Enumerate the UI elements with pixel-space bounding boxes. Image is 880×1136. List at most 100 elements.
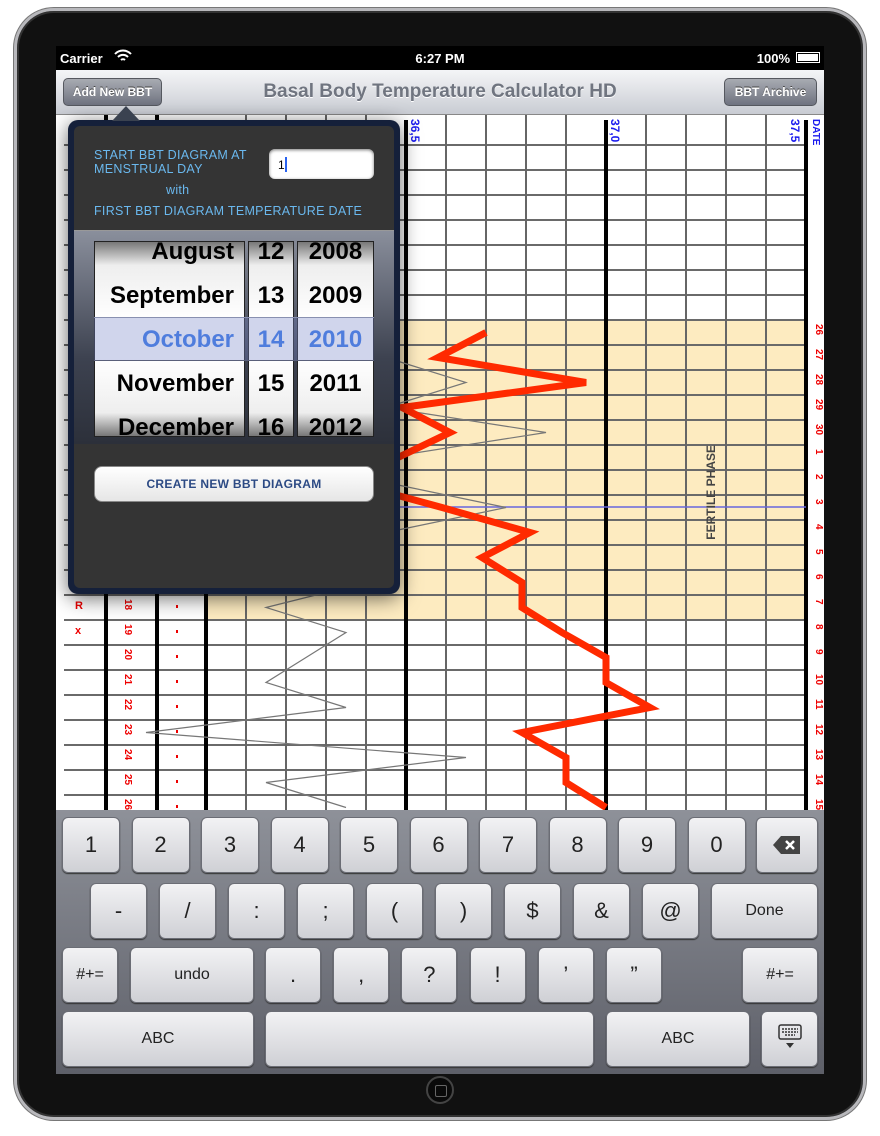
row-mark[interactable]: x <box>75 625 81 637</box>
picker-option[interactable]: 15 <box>249 370 293 398</box>
picker-option[interactable]: 2009 <box>298 282 373 310</box>
picker-option[interactable]: 2012 <box>298 414 373 436</box>
create-new-bbt-diagram-button[interactable]: CREATE NEW BBT DIAGRAM <box>94 466 374 502</box>
key-symbol[interactable]: & <box>573 883 630 939</box>
symbols-key-right[interactable]: #+= <box>742 947 818 1003</box>
undo-key[interactable]: undo <box>130 947 254 1003</box>
menstrual-day-input[interactable]: 1 <box>269 149 374 179</box>
picker-option[interactable]: 16 <box>249 414 293 436</box>
battery-icon <box>796 52 820 63</box>
bbt-archive-button[interactable]: BBT Archive <box>724 78 817 106</box>
start-day-label: START BBT DIAGRAM AT MENSTRUAL DAY <box>94 148 247 176</box>
key-punctuation[interactable]: ’ <box>537 947 594 1003</box>
key-symbol[interactable]: ( <box>366 883 423 939</box>
done-key[interactable]: Done <box>711 883 818 939</box>
row-date: 9 <box>813 649 824 655</box>
row-date: 4 <box>813 524 824 530</box>
key-punctuation[interactable]: , <box>333 947 390 1003</box>
picker-option[interactable]: August <box>95 242 244 266</box>
screen: Carrier 6:27 PM 100% Add New BBT Basal B… <box>56 46 824 1074</box>
row-date <box>810 249 824 269</box>
key-punctuation[interactable]: . <box>265 947 321 1003</box>
status-bar: Carrier 6:27 PM 100% <box>56 46 824 70</box>
temperature-axis-label: 37,0 <box>608 119 622 143</box>
key-symbol[interactable]: $ <box>504 883 561 939</box>
key-0[interactable]: 0 <box>687 817 746 873</box>
row-dot <box>176 705 178 708</box>
keyboard-dismiss-icon <box>777 1024 802 1048</box>
menstrual-day-value: 1 <box>278 158 285 172</box>
temperature-axis-label: 37,5 <box>788 119 802 143</box>
key-9[interactable]: 9 <box>618 817 676 873</box>
key-symbol[interactable]: ; <box>297 883 354 939</box>
key-punctuation[interactable]: ! <box>469 947 526 1003</box>
key-3[interactable]: 3 <box>201 817 259 873</box>
picker-option[interactable]: September <box>95 282 244 310</box>
cycle-day: 19 <box>122 624 133 636</box>
popover-arrow <box>112 106 140 121</box>
space-key[interactable] <box>265 1011 594 1067</box>
row-date: 5 <box>813 549 824 555</box>
key-2[interactable]: 2 <box>131 817 190 873</box>
row-dot <box>176 780 178 783</box>
picker-option[interactable]: 12 <box>249 242 293 266</box>
hide-keyboard-key[interactable] <box>761 1011 818 1067</box>
row-date: 7 <box>813 599 824 605</box>
date-picker[interactable]: August September October November December 1… <box>74 230 394 444</box>
picker-option[interactable]: 13 <box>249 282 293 310</box>
key-symbol[interactable]: / <box>159 883 216 939</box>
key-symbol[interactable]: ) <box>435 883 492 939</box>
picker-option[interactable]: 2008 <box>298 242 373 266</box>
key-symbol[interactable]: - <box>90 883 147 939</box>
row-date <box>810 199 824 219</box>
row-date <box>810 149 824 169</box>
row-date: 30 <box>813 424 824 436</box>
clock: 6:27 PM <box>415 51 465 66</box>
new-bbt-popover: START BBT DIAGRAM AT MENSTRUAL DAY 1 wit… <box>68 106 400 594</box>
row-date: 12 <box>813 724 824 736</box>
row-date: 27 <box>813 349 824 361</box>
row-date: 26 <box>813 324 824 336</box>
key-symbol[interactable]: : <box>228 883 285 939</box>
row-date: 28 <box>813 374 824 386</box>
cycle-day: 18 <box>122 599 133 611</box>
row-dot <box>176 605 178 608</box>
cycle-day: 21 <box>122 674 133 686</box>
symbols-key[interactable]: #+= <box>62 947 118 1003</box>
row-dot <box>176 730 178 733</box>
key-5[interactable]: 5 <box>340 817 398 873</box>
key-7[interactable]: 7 <box>479 817 537 873</box>
key-1[interactable]: 1 <box>62 817 120 873</box>
key-6[interactable]: 6 <box>409 817 468 873</box>
row-mark[interactable]: R <box>75 600 83 612</box>
backspace-key[interactable] <box>756 817 818 873</box>
row-date: 15 <box>813 799 824 810</box>
row-date: 13 <box>813 749 824 761</box>
first-date-label: FIRST BBT DIAGRAM TEMPERATURE DATE <box>94 204 363 218</box>
picker-option[interactable]: 2011 <box>298 370 373 398</box>
key-punctuation[interactable]: ” <box>606 947 662 1003</box>
cycle-day: 24 <box>122 749 133 761</box>
abc-key[interactable]: ABC <box>62 1011 254 1067</box>
battery-percent: 100% <box>756 51 790 66</box>
row-date <box>810 299 824 319</box>
row-dot <box>176 680 178 683</box>
row-dot <box>176 755 178 758</box>
key-4[interactable]: 4 <box>270 817 329 873</box>
row-date: 11 <box>813 699 824 710</box>
cycle-day: 20 <box>122 649 133 661</box>
abc-key-right[interactable]: ABC <box>606 1011 750 1067</box>
row-date: 8 <box>813 624 824 630</box>
key-8[interactable]: 8 <box>548 817 607 873</box>
fertile-phase-label: FERTILE PHASE <box>704 445 718 540</box>
home-button[interactable] <box>426 1076 454 1104</box>
with-label: with <box>166 183 190 197</box>
picker-option[interactable]: November <box>95 370 244 398</box>
cycle-day: 26 <box>122 799 133 810</box>
row-date: 10 <box>813 674 824 686</box>
key-punctuation[interactable]: ? <box>401 947 458 1003</box>
key-symbol[interactable]: @ <box>642 883 699 939</box>
row-date <box>810 174 824 194</box>
picker-option[interactable]: December <box>95 414 244 436</box>
cycle-day: 22 <box>122 699 133 711</box>
